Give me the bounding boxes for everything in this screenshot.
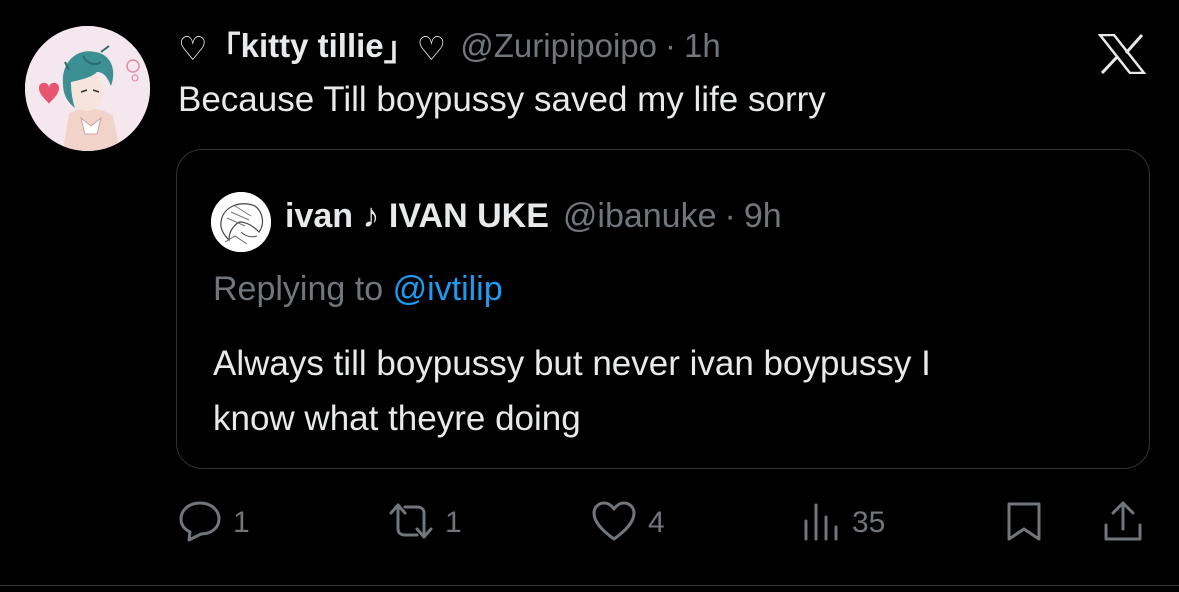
tweet-text: Because Till boypussy saved my life sorr… [178,80,826,119]
share-button[interactable] [1100,500,1146,546]
like-count: 4 [648,506,665,539]
replying-to-line: Replying to @ivtilip [213,270,503,309]
heart-icon [590,499,638,548]
display-name-suffix: 」♡ [383,30,447,67]
quoted-avatar-illustration [211,192,271,252]
quoted-author-handle[interactable]: @ibanuke [563,197,717,236]
quoted-author-avatar[interactable] [211,192,271,252]
retweet-icon [383,499,439,548]
divider [0,585,1179,586]
replying-to-mention[interactable]: @ivtilip [393,270,503,308]
quoted-text-line-1: Always till boypussy but never ivan boyp… [213,344,931,383]
reply-button[interactable]: 1 [177,500,250,546]
author-avatar[interactable] [25,26,150,151]
quoted-text-line-2: know what theyre doing [213,399,581,438]
reply-count: 1 [233,506,250,539]
retweet-button[interactable]: 1 [383,500,462,546]
share-icon [1100,499,1146,548]
action-bar: 1 1 4 35 [0,500,1179,546]
like-button[interactable]: 4 [590,500,665,546]
quoted-tweet[interactable]: ivan ♪ IVAN UKE @ibanuke · 9h Replying t… [176,149,1150,469]
quoted-tweet-header: ivan ♪ IVAN UKE @ibanuke · 9h [285,196,782,236]
quoted-tweet-timestamp[interactable]: 9h [744,197,782,236]
quoted-tweet-text: Always till boypussy but never ivan boyp… [213,336,1133,446]
views-count: 35 [852,506,886,539]
header-separator: · [665,27,676,64]
views-icon [800,499,844,548]
tweet-screenshot: ♡「 kitty tillie 」♡ @Zuripipoipo · 1h Bec… [0,0,1179,592]
tweet-header: ♡「 kitty tillie 」♡ @Zuripipoipo · 1h [178,24,721,68]
display-name-core: kitty tillie [240,27,384,64]
views-button[interactable]: 35 [800,500,885,546]
x-logo-icon[interactable] [1097,33,1147,75]
author-handle[interactable]: @Zuripipoipo [460,27,657,65]
avatar-illustration [25,26,150,151]
retweet-count: 1 [445,506,462,539]
bookmark-button[interactable] [1003,500,1045,546]
replying-to-label: Replying to [213,270,384,308]
tweet-timestamp[interactable]: 1h [684,27,721,65]
bookmark-icon [1003,499,1045,548]
display-name-prefix: ♡「 [178,30,241,67]
quoted-header-separator: · [724,196,736,235]
reply-icon [177,499,223,548]
author-display-name[interactable]: ♡「 kitty tillie 」♡ [178,22,446,70]
quoted-author-display-name[interactable]: ivan ♪ IVAN UKE [285,197,549,236]
